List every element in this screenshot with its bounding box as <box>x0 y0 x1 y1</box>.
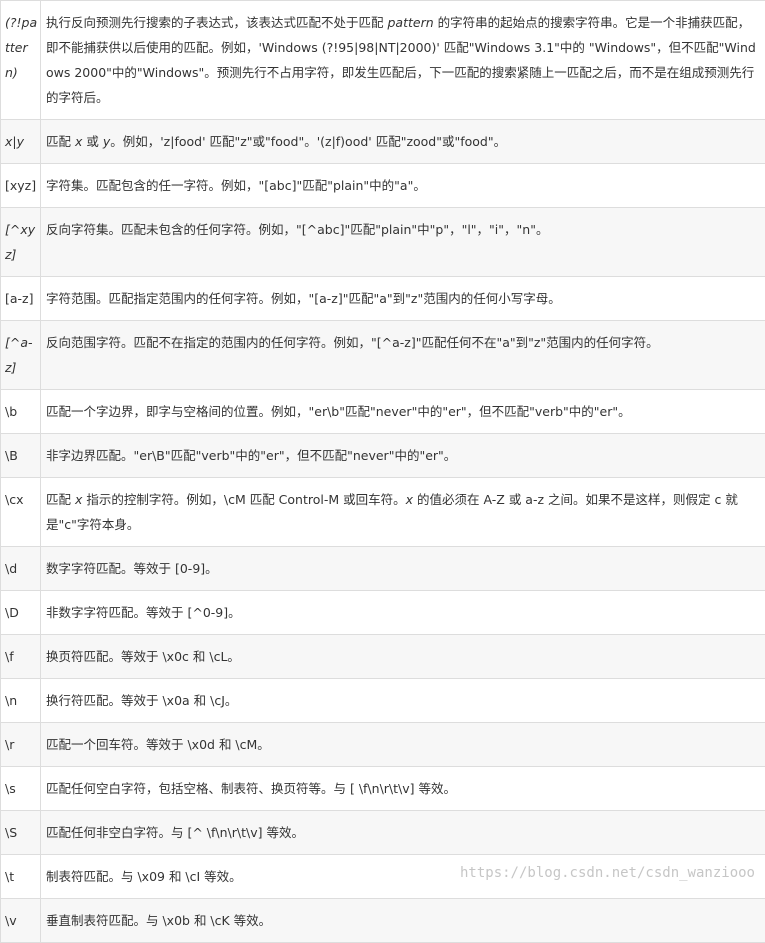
description-text: 反向范围字符。匹配不在指定的范围内的任何字符。例如，"[^a-z]"匹配任何不在… <box>46 335 659 350</box>
pattern-text: [^a-z] <box>5 335 33 375</box>
description-text: 。例如，'z|food' 匹配"z"或"food"。'(z|f)ood' 匹配"… <box>110 134 506 149</box>
table-row: \s 匹配任何空白字符，包括空格、制表符、换页符等。与 [ \f\n\r\t\v]… <box>1 767 765 811</box>
description-text: 字符范围。匹配指定范围内的任何字符。例如，"[a-z]"匹配"a"到"z"范围内… <box>46 291 561 306</box>
pattern-cell: [^a-z] <box>1 321 41 390</box>
description-cell: 执行反向预测先行搜索的子表达式，该表达式匹配不处于匹配 pattern 的字符串… <box>41 1 765 120</box>
table-row: [^xyz] 反向字符集。匹配未包含的任何字符。例如，"[^abc]"匹配"pla… <box>1 208 765 277</box>
description-text: 匹配任何非空白字符。与 [^ \f\n\r\t\v] 等效。 <box>46 825 304 840</box>
pattern-cell: [^xyz] <box>1 208 41 277</box>
description-text: 数字字符匹配。等效于 [0-9]。 <box>46 561 218 576</box>
pattern-text: [a-z] <box>5 291 34 306</box>
description-cell: 字符范围。匹配指定范围内的任何字符。例如，"[a-z]"匹配"a"到"z"范围内… <box>41 277 765 321</box>
description-cell: 数字字符匹配。等效于 [0-9]。 <box>41 547 765 591</box>
pattern-text: (?!pattern) <box>5 15 37 80</box>
description-italic-text: pattern <box>387 15 433 30</box>
pattern-text: \S <box>5 825 17 840</box>
pattern-cell: \d <box>1 547 41 591</box>
pattern-cell: \B <box>1 434 41 478</box>
table-row: [a-z] 字符范围。匹配指定范围内的任何字符。例如，"[a-z]"匹配"a"到"… <box>1 277 765 321</box>
pattern-cell: \cx <box>1 478 41 547</box>
pattern-cell: \f <box>1 635 41 679</box>
regex-syntax-table: (?!pattern)执行反向预测先行搜索的子表达式，该表达式匹配不处于匹配 p… <box>0 0 765 943</box>
description-cell: 换行符匹配。等效于 \x0a 和 \cJ。 <box>41 679 765 723</box>
description-cell: 非数字字符匹配。等效于 [^0-9]。 <box>41 591 765 635</box>
description-text: 匹配 <box>46 134 75 149</box>
description-text: 垂直制表符匹配。与 \x0b 和 \cK 等效。 <box>46 913 271 928</box>
description-cell: 匹配一个字边界，即字与空格间的位置。例如，"er\b"匹配"never"中的"e… <box>41 390 765 434</box>
table-row: \d 数字字符匹配。等效于 [0-9]。 <box>1 547 765 591</box>
description-cell: 非字边界匹配。"er\B"匹配"verb"中的"er"，但不匹配"never"中… <box>41 434 765 478</box>
description-text: 指示的控制字符。例如，\cM 匹配 Control-M 或回车符。 <box>82 492 405 507</box>
description-cell: 匹配 x 或 y。例如，'z|food' 匹配"z"或"food"。'(z|f)… <box>41 120 765 164</box>
description-text: 非字边界匹配。"er\B"匹配"verb"中的"er"，但不匹配"never"中… <box>46 448 456 463</box>
table-row: x|y 匹配 x 或 y。例如，'z|food' 匹配"z"或"food"。'(z… <box>1 120 765 164</box>
description-text: 换页符匹配。等效于 \x0c 和 \cL。 <box>46 649 240 664</box>
description-text: 匹配一个回车符。等效于 \x0d 和 \cM。 <box>46 737 270 752</box>
description-cell: 匹配任何空白字符，包括空格、制表符、换页符等。与 [ \f\n\r\t\v] 等… <box>41 767 765 811</box>
watermark: https://blog.csdn.net/csdn_wanziooo <box>460 865 755 881</box>
description-cell: 反向字符集。匹配未包含的任何字符。例如，"[^abc]"匹配"plain"中"p… <box>41 208 765 277</box>
pattern-cell: \D <box>1 591 41 635</box>
pattern-cell: \S <box>1 811 41 855</box>
pattern-text: x|y <box>5 134 24 149</box>
table-body: (?!pattern)执行反向预测先行搜索的子表达式，该表达式匹配不处于匹配 p… <box>1 1 765 943</box>
pattern-cell: [a-z] <box>1 277 41 321</box>
pattern-text: \r <box>5 737 14 752</box>
description-cell: 匹配任何非空白字符。与 [^ \f\n\r\t\v] 等效。 <box>41 811 765 855</box>
table-row: (?!pattern)执行反向预测先行搜索的子表达式，该表达式匹配不处于匹配 p… <box>1 1 765 120</box>
pattern-text: \v <box>5 913 17 928</box>
pattern-text: \cx <box>5 492 23 507</box>
table-row: \B 非字边界匹配。"er\B"匹配"verb"中的"er"，但不匹配"never… <box>1 434 765 478</box>
description-text: 匹配任何空白字符，包括空格、制表符、换页符等。与 [ \f\n\r\t\v] 等… <box>46 781 456 796</box>
table-row: \v 垂直制表符匹配。与 \x0b 和 \cK 等效。 <box>1 899 765 943</box>
description-cell: 匹配一个回车符。等效于 \x0d 和 \cM。 <box>41 723 765 767</box>
description-text: 字符集。匹配包含的任一字符。例如，"[abc]"匹配"plain"中的"a"。 <box>46 178 426 193</box>
pattern-text: \D <box>5 605 19 620</box>
description-cell: 字符集。匹配包含的任一字符。例如，"[abc]"匹配"plain"中的"a"。 <box>41 164 765 208</box>
table-row: [^a-z] 反向范围字符。匹配不在指定的范围内的任何字符。例如，"[^a-z]"… <box>1 321 765 390</box>
pattern-text: \B <box>5 448 18 463</box>
table-row: \cx 匹配 x 指示的控制字符。例如，\cM 匹配 Control-M 或回车符… <box>1 478 765 547</box>
description-text: 非数字字符匹配。等效于 [^0-9]。 <box>46 605 241 620</box>
description-text: 匹配 <box>46 492 75 507</box>
pattern-text: \d <box>5 561 17 576</box>
description-text: 制表符匹配。与 \x09 和 \cI 等效。 <box>46 869 242 884</box>
table-row: \b 匹配一个字边界，即字与空格间的位置。例如，"er\b"匹配"never"中的… <box>1 390 765 434</box>
description-text: 换行符匹配。等效于 \x0a 和 \cJ。 <box>46 693 237 708</box>
pattern-cell: [xyz] <box>1 164 41 208</box>
table-row: [xyz] 字符集。匹配包含的任一字符。例如，"[abc]"匹配"plain"中的… <box>1 164 765 208</box>
description-cell: 反向范围字符。匹配不在指定的范围内的任何字符。例如，"[^a-z]"匹配任何不在… <box>41 321 765 390</box>
pattern-text: \f <box>5 649 14 664</box>
table-row: \n 换行符匹配。等效于 \x0a 和 \cJ。 <box>1 679 765 723</box>
pattern-cell: \r <box>1 723 41 767</box>
pattern-cell: \n <box>1 679 41 723</box>
pattern-cell: \t <box>1 855 41 899</box>
pattern-text: \b <box>5 404 17 419</box>
pattern-text: [^xyz] <box>5 222 35 262</box>
description-text: 执行反向预测先行搜索的子表达式，该表达式匹配不处于匹配 <box>46 15 387 30</box>
pattern-cell: \v <box>1 899 41 943</box>
description-cell: 垂直制表符匹配。与 \x0b 和 \cK 等效。 <box>41 899 765 943</box>
description-italic-text: x <box>406 492 413 507</box>
table-row: \D 非数字字符匹配。等效于 [^0-9]。 <box>1 591 765 635</box>
description-text: 匹配一个字边界，即字与空格间的位置。例如，"er\b"匹配"never"中的"e… <box>46 404 631 419</box>
pattern-text: \n <box>5 693 17 708</box>
table-row: \r 匹配一个回车符。等效于 \x0d 和 \cM。 <box>1 723 765 767</box>
description-cell: 换页符匹配。等效于 \x0c 和 \cL。 <box>41 635 765 679</box>
table-row: \f 换页符匹配。等效于 \x0c 和 \cL。 <box>1 635 765 679</box>
description-text: 反向字符集。匹配未包含的任何字符。例如，"[^abc]"匹配"plain"中"p… <box>46 222 548 237</box>
pattern-cell: \s <box>1 767 41 811</box>
description-cell: 匹配 x 指示的控制字符。例如，\cM 匹配 Control-M 或回车符。x … <box>41 478 765 547</box>
pattern-text: \s <box>5 781 16 796</box>
pattern-cell: (?!pattern) <box>1 1 41 120</box>
pattern-text: [xyz] <box>5 178 36 193</box>
table-row: \S 匹配任何非空白字符。与 [^ \f\n\r\t\v] 等效。 <box>1 811 765 855</box>
pattern-cell: x|y <box>1 120 41 164</box>
description-text: 或 <box>82 134 102 149</box>
pattern-text: \t <box>5 869 14 884</box>
pattern-cell: \b <box>1 390 41 434</box>
